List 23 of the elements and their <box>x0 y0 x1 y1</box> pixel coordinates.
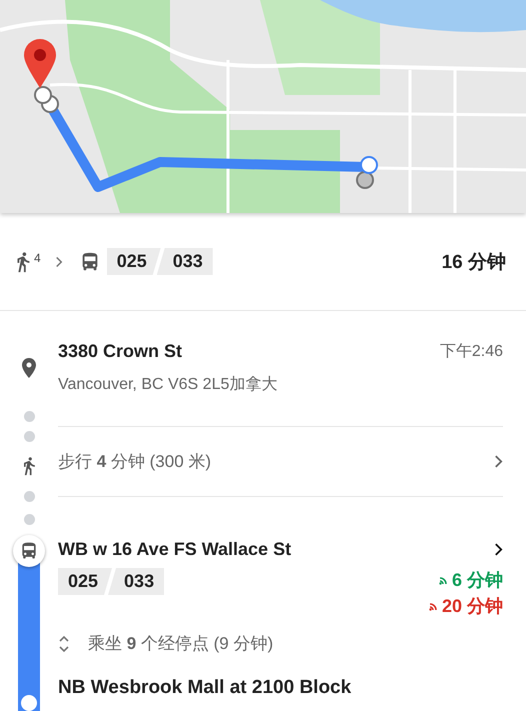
realtime-icon <box>428 600 440 612</box>
timeline-dot <box>24 514 34 525</box>
route-badge: 025 <box>58 568 112 595</box>
stop-marker <box>21 695 37 711</box>
departure-time: 6 分钟 <box>452 569 503 592</box>
timeline-dot <box>24 490 34 502</box>
route-badge: 033 <box>108 568 164 595</box>
timeline-dot <box>24 411 34 422</box>
trip-duration: 16 分钟 <box>442 250 506 274</box>
arrival-time: 下午2:46 <box>440 342 503 362</box>
timeline-dot <box>24 431 34 442</box>
stop-name: NB Wesbrook Mall at 2100 Block <box>58 677 352 699</box>
walk-minutes: 4 <box>34 251 41 267</box>
stop-name: WB w 16 Ave FS Wallace St <box>58 539 292 560</box>
realtime-icon <box>438 574 450 586</box>
chevron-right-icon[interactable] <box>494 542 503 557</box>
route-badge: 025 <box>106 248 161 275</box>
departure-time: 20 分钟 <box>442 595 503 618</box>
ride-stops[interactable]: 乘坐 9 个经停点 (9 分钟) <box>88 632 274 655</box>
walk-instruction[interactable]: 步行 4 分钟 (300 米) <box>58 450 212 473</box>
place-address: Vancouver, BC V6S 2L5加拿大 <box>58 374 278 395</box>
place-name: 3380 Crown St <box>58 341 182 362</box>
route-badge: 033 <box>156 248 213 275</box>
